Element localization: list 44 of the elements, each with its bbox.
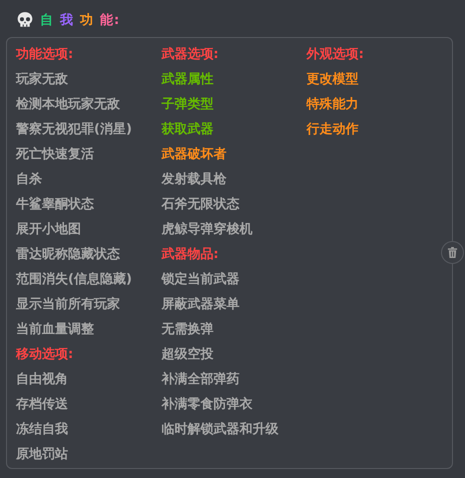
menu-item[interactable]: 当前血量调整 (16, 317, 94, 342)
menu-item[interactable]: 警察无视犯罪(消星) (16, 117, 132, 142)
menu-item[interactable]: 原地罚站 (16, 442, 68, 467)
menu-item[interactable]: 发射载具枪 (161, 167, 226, 192)
title-character: 自 (40, 12, 54, 29)
menu-item[interactable]: 超级空投 (161, 342, 214, 367)
menu-item[interactable]: 死亡快速复活 (16, 142, 94, 167)
menu-item[interactable]: 获取武器 (161, 117, 214, 142)
menu-item[interactable]: 屏蔽武器菜单 (161, 292, 240, 317)
title-character: 能: (100, 12, 120, 29)
menu-item[interactable]: 无需换弹 (161, 317, 214, 342)
menu-item[interactable]: 武器选项: (161, 42, 219, 67)
menu-item[interactable]: 雷达昵称隐藏状态 (16, 242, 120, 267)
title-character: 我 (60, 12, 74, 29)
menu-item[interactable]: 检测本地玩家无敌 (16, 92, 120, 117)
menu-item[interactable]: 展开小地图 (16, 217, 81, 242)
menu-item[interactable]: 临时解锁武器和升级 (161, 417, 278, 442)
menu-item[interactable]: 自由视角 (16, 367, 68, 392)
menu-item[interactable]: 自杀 (16, 167, 42, 192)
menu-item[interactable]: 范围消失(信息隐藏) (16, 267, 132, 292)
menu-item[interactable]: 功能选项: (16, 42, 74, 67)
menu-item[interactable]: 显示当前所有玩家 (16, 292, 120, 317)
menu-item[interactable]: 更改模型 (306, 67, 359, 92)
menu-item[interactable]: 玩家无敌 (16, 67, 68, 92)
menu-item[interactable]: 武器属性 (161, 67, 214, 92)
menu-item[interactable]: 牛鲨睾酮状态 (16, 192, 94, 217)
menu-item[interactable]: 武器破坏者 (161, 142, 226, 167)
skull-icon (16, 11, 34, 29)
menu-item[interactable]: 特殊能力 (306, 92, 359, 117)
menu-item[interactable]: 子弹类型 (161, 92, 214, 117)
menu-item[interactable]: 补满全部弹药 (161, 367, 240, 392)
menu-item[interactable]: 虎鲸导弹穿梭机 (161, 217, 252, 242)
menu-item[interactable]: 移动选项: (16, 342, 74, 367)
trash-button[interactable] (441, 241, 464, 264)
menu-item[interactable]: 锁定当前武器 (161, 267, 240, 292)
menu-item[interactable]: 冻结自我 (16, 417, 68, 442)
menu-item[interactable]: 行走动作 (306, 117, 359, 142)
menu-item[interactable]: 存档传送 (16, 392, 68, 417)
title-character: 功 (80, 12, 94, 29)
menu-item[interactable]: 补满零食防弹衣 (161, 392, 252, 417)
menu-item[interactable]: 武器物品: (161, 242, 219, 267)
menu-item[interactable]: 外观选项: (306, 42, 364, 67)
menu-item[interactable]: 石斧无限状态 (161, 192, 240, 217)
trash-icon (447, 247, 458, 258)
